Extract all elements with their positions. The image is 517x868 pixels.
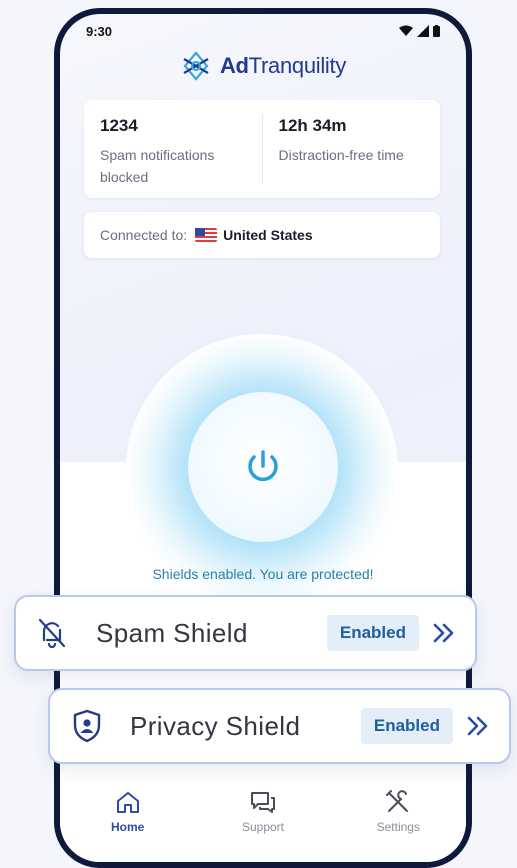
- tools-icon: [386, 790, 409, 812]
- shield-icon-wrap: [72, 709, 120, 743]
- connection-label: Connected to:: [100, 227, 188, 243]
- nav-label: Support: [241, 820, 284, 834]
- stat-value: 1234: [100, 116, 138, 135]
- cell-signal-icon: [417, 25, 429, 37]
- power-button[interactable]: [188, 392, 338, 542]
- status-badge: Enabled: [360, 708, 453, 744]
- shield-name: Spam Shield: [96, 617, 248, 648]
- chevron-double-right-icon[interactable]: [467, 716, 489, 736]
- stat-value: 12h 34m: [278, 116, 347, 135]
- nav-label: Settings: [376, 820, 420, 834]
- power-icon: [248, 450, 278, 482]
- shield-name: Privacy Shield: [130, 710, 301, 741]
- nav-item-support[interactable]: Support: [213, 782, 313, 852]
- privacy-shield-card[interactable]: Privacy Shield Enabled: [48, 688, 511, 764]
- stat-label: Spam notifications blocked: [100, 147, 215, 185]
- stat-label: Distraction-free time: [278, 147, 404, 163]
- stat-spam-blocked: 1234 Spam notifications blocked: [84, 100, 262, 198]
- shield-icon-wrap: [38, 618, 86, 648]
- brand-name: AdTranquility: [220, 53, 346, 79]
- brand-name-bold: Ad: [219, 53, 249, 78]
- battery-icon: [433, 25, 440, 37]
- brand-header: AdTranquility: [60, 50, 466, 82]
- nav-item-settings[interactable]: Settings: [348, 782, 448, 852]
- bell-off-icon: [38, 618, 66, 648]
- home-icon: [116, 792, 139, 813]
- status-badge: Enabled: [326, 615, 419, 651]
- shield-user-icon: [73, 709, 101, 743]
- connection-card[interactable]: Connected to: United States: [84, 212, 440, 258]
- stats-card: 1234 Spam notifications blocked 12h 34m …: [84, 100, 440, 198]
- connection-country: United States: [223, 227, 313, 243]
- protection-status-text: Shields enabled. You are protected!: [152, 566, 374, 582]
- status-bar: 9:30: [60, 14, 466, 48]
- chat-icon: [250, 792, 275, 813]
- wifi-icon: [399, 25, 413, 36]
- nav-label: Home: [110, 820, 145, 834]
- bottom-nav: Home Support Settings: [60, 782, 466, 852]
- us-flag-icon: [195, 228, 218, 242]
- brand-name-rest: Tranquility: [248, 53, 347, 78]
- logo-icon: [183, 51, 209, 81]
- chevron-double-right-icon[interactable]: [433, 623, 455, 643]
- nav-item-home[interactable]: Home: [78, 782, 178, 852]
- spam-shield-card[interactable]: Spam Shield Enabled: [14, 595, 477, 671]
- stat-distraction-free: 12h 34m Distraction-free time: [263, 100, 441, 198]
- status-time: 9:30: [86, 23, 113, 39]
- status-icons: [399, 25, 440, 37]
